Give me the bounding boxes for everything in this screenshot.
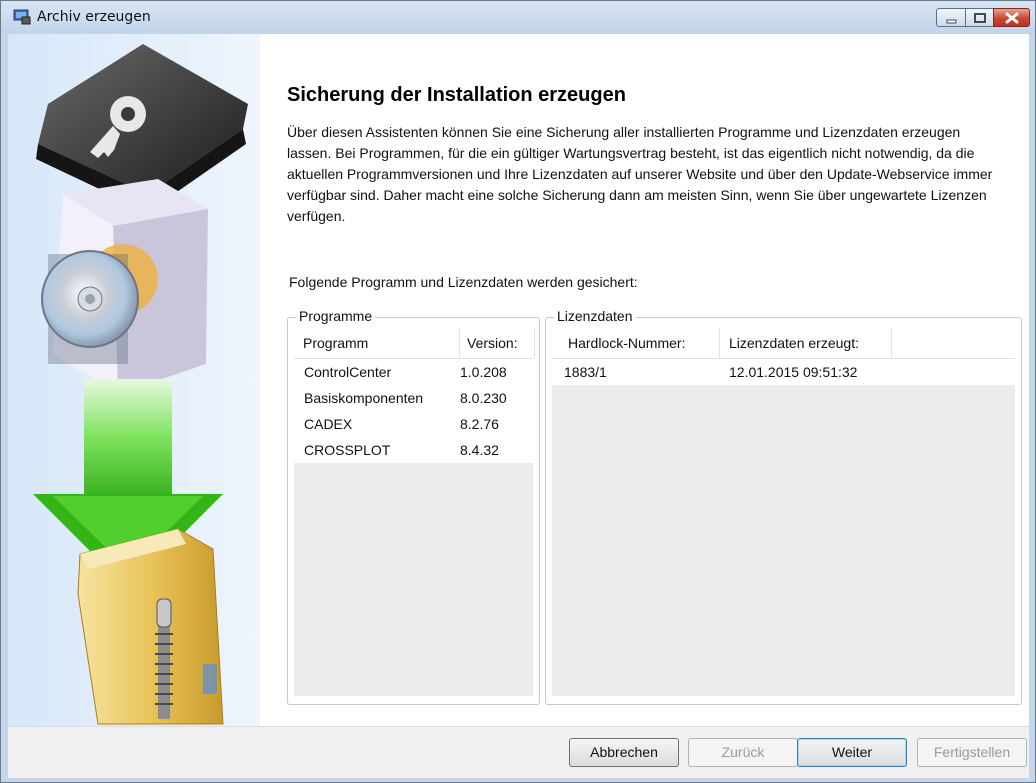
programs-list[interactable]: Programm Version: ControlCenter 1.0.208 … [294, 328, 535, 696]
column-header-created[interactable]: Lizenzdaten erzeugt: [720, 328, 892, 358]
wizard-sidebar [8, 34, 260, 726]
wizard-window: Archiv erzeugen Sicherung der Installati… [0, 0, 1036, 783]
column-header-hardlock[interactable]: Hardlock-Nummer: [552, 328, 720, 358]
close-button[interactable] [993, 8, 1030, 27]
software-box-icon [41, 179, 208, 394]
minimize-icon [946, 19, 957, 24]
licenses-list[interactable]: Hardlock-Nummer: Lizenzdaten erzeugt: 18… [552, 328, 1015, 696]
back-button[interactable]: Zurück [688, 738, 798, 767]
program-name-cell: Basiskomponenten [304, 390, 424, 406]
licenses-list-body: 1883/1 12.01.2015 09:51:32 [552, 359, 1015, 385]
table-row[interactable]: Basiskomponenten 8.0.230 [294, 385, 533, 411]
window-title: Archiv erzeugen [37, 9, 151, 25]
program-name-cell: CADEX [304, 416, 353, 432]
maximize-button[interactable] [965, 8, 994, 27]
page-description: Über diesen Assistenten können Sie eine … [287, 124, 993, 224]
finish-button[interactable]: Fertigstellen [917, 738, 1027, 767]
cancel-button[interactable]: Abbrechen [569, 738, 679, 767]
programs-group: Programme Programm Version: ControlCente… [287, 308, 540, 705]
programs-group-title: Programme [296, 308, 376, 324]
created-cell: 12.01.2015 09:51:32 [729, 364, 858, 380]
page-title: Sicherung der Installation erzeugen [287, 84, 626, 106]
table-row[interactable]: CADEX 8.2.76 [294, 411, 533, 437]
column-header-version[interactable]: Version: [460, 328, 535, 358]
program-name-cell: ControlCenter [304, 364, 392, 380]
wizard-footer: Abbrechen Zurück Weiter Fertigstellen [8, 726, 1029, 778]
next-button[interactable]: Weiter [797, 738, 907, 767]
section-label: Folgende Programm und Lizenzdaten werden… [289, 274, 638, 290]
licenses-group: Lizenzdaten Hardlock-Nummer: Lizenzdaten… [545, 308, 1022, 705]
program-name-cell: CROSSPLOT [304, 442, 391, 458]
column-header-program[interactable]: Programm [294, 328, 460, 358]
minimize-button[interactable] [936, 8, 966, 27]
programs-list-header: Programm Version: [294, 328, 535, 359]
wizard-page: Sicherung der Installation erzeugen Über… [260, 34, 1029, 726]
programs-list-body: ControlCenter 1.0.208 Basiskomponenten 8… [294, 359, 533, 463]
backup-illustration [33, 44, 248, 725]
hardlock-cell: 1883/1 [564, 364, 607, 380]
client-area: Sicherung der Installation erzeugen Über… [8, 34, 1029, 778]
zip-folder-icon [77, 528, 224, 725]
program-version-cell: 8.0.230 [460, 390, 507, 406]
app-icon [13, 9, 31, 25]
table-row[interactable]: CROSSPLOT 8.4.32 [294, 437, 533, 463]
program-version-cell: 8.2.76 [460, 416, 499, 432]
licenses-group-title: Lizenzdaten [554, 308, 636, 324]
table-row[interactable]: 1883/1 12.01.2015 09:51:32 [552, 359, 1015, 385]
title-bar[interactable]: Archiv erzeugen [1, 1, 1035, 34]
close-icon [1005, 12, 1019, 24]
program-version-cell: 1.0.208 [460, 364, 507, 380]
program-version-cell: 8.4.32 [460, 442, 499, 458]
table-row[interactable]: ControlCenter 1.0.208 [294, 359, 533, 385]
maximize-icon [974, 13, 986, 23]
licenses-list-header: Hardlock-Nummer: Lizenzdaten erzeugt: [552, 328, 1015, 359]
